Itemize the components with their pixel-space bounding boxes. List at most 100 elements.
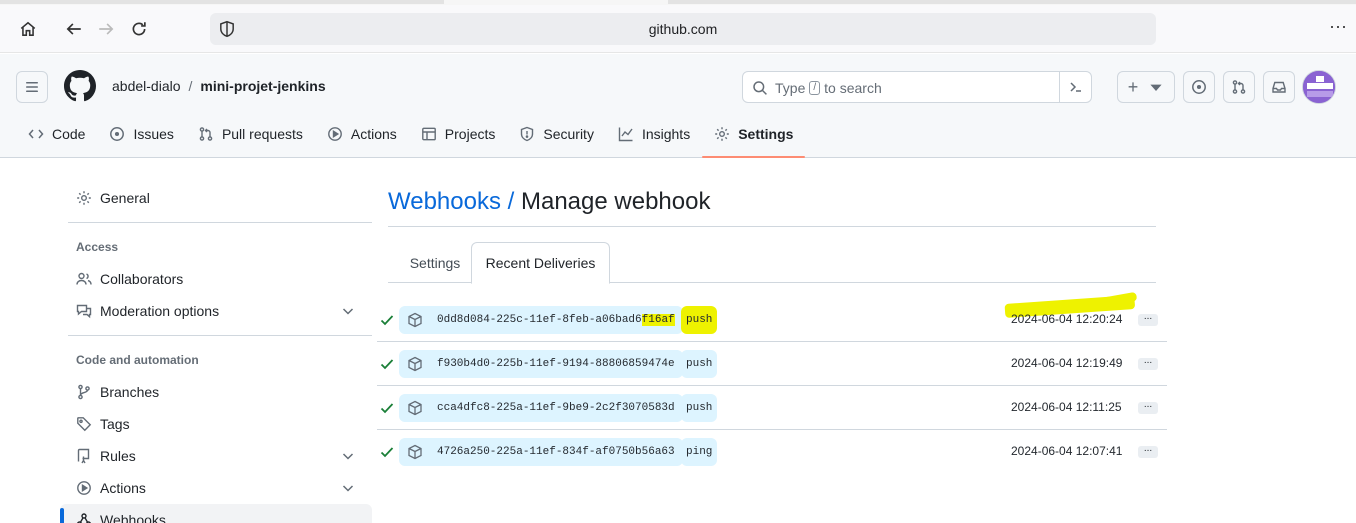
forward-icon[interactable] [94, 17, 118, 41]
delivery-more-button[interactable]: ... [1138, 444, 1158, 458]
pull-requests-button[interactable] [1223, 71, 1255, 103]
reload-icon[interactable] [127, 17, 151, 41]
tab-webhook-settings[interactable]: Settings [394, 242, 476, 283]
sidebar-item-rules[interactable]: Rules [60, 440, 372, 472]
tab-security[interactable]: Security [507, 117, 606, 151]
sidebar-item-moderation-options[interactable]: Moderation options [60, 295, 372, 327]
package-icon [408, 356, 422, 372]
delivery-more-button[interactable]: ... [1138, 400, 1158, 414]
play-icon [327, 127, 342, 141]
search-input[interactable]: Type / to search [742, 71, 1092, 103]
sidebar-item-label: Webhooks [100, 512, 166, 523]
webhooks-breadcrumb-link[interactable]: Webhooks [388, 188, 501, 215]
inbox-icon [1272, 81, 1286, 93]
delivery-guid-link[interactable]: 0dd8d084-225c-11ef-8feb-a06bad6 f16af [399, 306, 683, 334]
delivery-guid-link[interactable]: f930b4d0-225b-11ef-9194-88806859474e [399, 350, 683, 378]
sidebar-item-branches[interactable]: Branches [60, 376, 372, 408]
delivery-time: 2024-06-04 12:11:25 [1011, 400, 1122, 414]
tab-actions[interactable]: Actions [315, 117, 409, 151]
sidebar-item-actions[interactable]: Actions [60, 472, 372, 504]
inbox-button[interactable] [1263, 71, 1295, 103]
tab-label: Pull requests [221, 126, 303, 142]
sidebar-heading-access: Access [76, 240, 119, 254]
tab-strip-segment [668, 0, 1356, 4]
tab-label: Code [52, 126, 86, 142]
delivery-row[interactable]: 4726a250-225a-11ef-834f-af0750b56a63 pin… [377, 430, 1167, 474]
package-icon [408, 444, 422, 460]
tab-code[interactable]: Code [16, 117, 97, 151]
delivery-row[interactable]: f930b4d0-225b-11ef-9194-88806859474e pus… [377, 342, 1167, 386]
search-prefix: Type [775, 80, 806, 96]
delivery-more-button[interactable]: ... [1138, 356, 1158, 370]
delivery-row[interactable]: 0dd8d084-225c-11ef-8feb-a06bad6 f16af pus… [377, 291, 1167, 342]
repo-push-icon [77, 448, 90, 464]
create-new-button[interactable]: + [1117, 71, 1175, 103]
tab-label: Issues [133, 126, 174, 142]
check-icon [380, 447, 394, 458]
search-suffix: to search [824, 80, 882, 96]
sidebar-item-tags[interactable]: Tags [60, 408, 372, 440]
address-bar[interactable]: github.com [210, 13, 1156, 45]
tab-projects[interactable]: Projects [409, 117, 508, 151]
tab-pull-requests[interactable]: Pull requests [186, 117, 315, 151]
delivery-time: 2024-06-04 12:07:41 [1011, 444, 1123, 458]
delivery-guid: 0dd8d084-225c-11ef-8feb-a06bad6 [437, 314, 642, 326]
page-title: Webhooks / Manage webhook [388, 184, 1168, 220]
search-icon [753, 81, 767, 95]
repo-header: abdel-dialo / mini-projet-jenkins Type /… [0, 54, 1356, 158]
sidebar-item-label: General [100, 190, 150, 206]
sidebar-divider [68, 335, 372, 336]
issues-button[interactable] [1183, 71, 1215, 103]
github-logo-icon[interactable] [64, 70, 96, 102]
tab-settings[interactable]: Settings [702, 117, 806, 158]
repo-link[interactable]: mini-projet-jenkins [200, 78, 325, 94]
chevron-down-icon[interactable] [340, 448, 356, 464]
webhook-icon [76, 513, 92, 523]
title-separator: / [507, 188, 515, 215]
shield-icon [521, 126, 534, 142]
hamburger-menu-button[interactable] [16, 71, 48, 103]
table-icon [421, 127, 436, 141]
browser-toolbar: github.com ⋯ [0, 5, 1356, 53]
repo-nav: Code Issues Pull requests Actions Projec… [16, 117, 806, 158]
sidebar-item-label: Moderation options [100, 303, 220, 319]
sidebar-item-label: Branches [100, 384, 160, 400]
command-palette-button[interactable] [1059, 72, 1091, 102]
tab-label: Insights [641, 126, 691, 142]
url-text[interactable]: github.com [210, 21, 1156, 37]
tab-recent-deliveries[interactable]: Recent Deliveries [471, 242, 610, 284]
delivery-time: 2024-06-04 12:19:49 [1011, 356, 1123, 370]
sidebar-item-collaborators[interactable]: Collaborators [60, 263, 372, 295]
owner-link[interactable]: abdel-dialo [112, 78, 181, 94]
sidebar-heading-code-automation: Code and automation [76, 353, 199, 367]
sidebar-item-label: Collaborators [100, 271, 184, 287]
tab-issues[interactable]: Issues [97, 117, 185, 151]
chevron-down-icon[interactable] [340, 480, 356, 496]
delivery-more-button[interactable]: ... [1138, 312, 1158, 326]
delivery-guid-link[interactable]: cca4dfc8-225a-11ef-9be9-2c2f3070583d [399, 394, 683, 422]
home-icon[interactable] [16, 17, 40, 41]
delivery-guid-link[interactable]: 4726a250-225a-11ef-834f-af0750b56a63 [399, 438, 683, 466]
avatar[interactable] [1302, 70, 1336, 104]
people-icon [76, 272, 92, 285]
delivery-event-badge: push [681, 306, 718, 334]
more-icon[interactable]: ⋯ [1326, 17, 1350, 41]
tab-insights[interactable]: Insights [606, 117, 702, 151]
comment-discussion-icon [76, 304, 92, 319]
package-icon [408, 400, 422, 416]
back-icon[interactable] [62, 17, 86, 41]
plus-icon: + [1127, 76, 1139, 97]
delivery-row[interactable]: cca4dfc8-225a-11ef-9be9-2c2f3070583d pus… [377, 386, 1167, 430]
sidebar-divider [68, 222, 372, 223]
graph-icon [618, 127, 633, 142]
delivery-event-badge: ping [681, 438, 718, 466]
sidebar-item-label: Rules [100, 448, 136, 464]
branch-icon [78, 384, 90, 400]
sidebar-item-webhooks[interactable]: Webhooks [60, 504, 372, 523]
tab-label: Settings [738, 126, 794, 142]
sidebar-item-general[interactable]: General [60, 182, 372, 214]
check-icon [380, 359, 394, 370]
breadcrumb-separator: / [188, 78, 193, 94]
chevron-down-icon[interactable] [340, 303, 356, 319]
play-icon [77, 481, 91, 495]
